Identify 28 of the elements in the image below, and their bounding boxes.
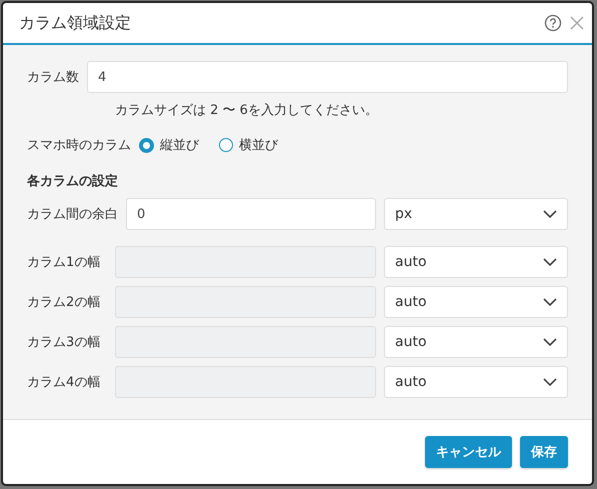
window-title: カラム領域設定: [19, 12, 132, 34]
dialog-button[interactable]: キャンセル: [425, 436, 512, 468]
chevron-down-icon: [543, 258, 557, 266]
dialog-button[interactable]: 保存: [520, 436, 568, 468]
field-label: スマホ時のカラム: [27, 137, 131, 154]
field-label: カラム2の幅: [27, 294, 102, 311]
radio-icon[interactable]: [139, 138, 154, 152]
unit-dropdown[interactable]: px: [384, 198, 568, 230]
field-label: カラム3の幅: [27, 334, 102, 351]
hint-text: カラムサイズは 2 〜 6を入力してください。: [115, 102, 379, 119]
chevron-down-icon: [543, 338, 557, 346]
field-label: カラム4の幅: [27, 374, 102, 391]
chevron-down-icon: [543, 210, 557, 218]
field-label: カラム数: [27, 69, 79, 86]
radio-label: 横並び: [239, 137, 278, 154]
field-label: カラム間の余白: [27, 206, 118, 223]
close-icon[interactable]: [570, 16, 584, 30]
radio-icon[interactable]: [219, 138, 233, 152]
radio-button[interactable]: 縦並び: [139, 136, 199, 154]
section-title: 各カラムの設定: [27, 172, 119, 190]
field-label: カラム1の幅: [27, 254, 102, 271]
radio-label: 縦並び: [160, 137, 199, 154]
chevron-down-icon: [543, 378, 557, 386]
radio-button[interactable]: 横並び: [219, 136, 278, 154]
chevron-down-icon: [543, 298, 557, 306]
column-count-field[interactable]: 4: [87, 61, 568, 93]
help-icon[interactable]: [544, 14, 562, 32]
gap-field[interactable]: 0: [126, 198, 376, 230]
